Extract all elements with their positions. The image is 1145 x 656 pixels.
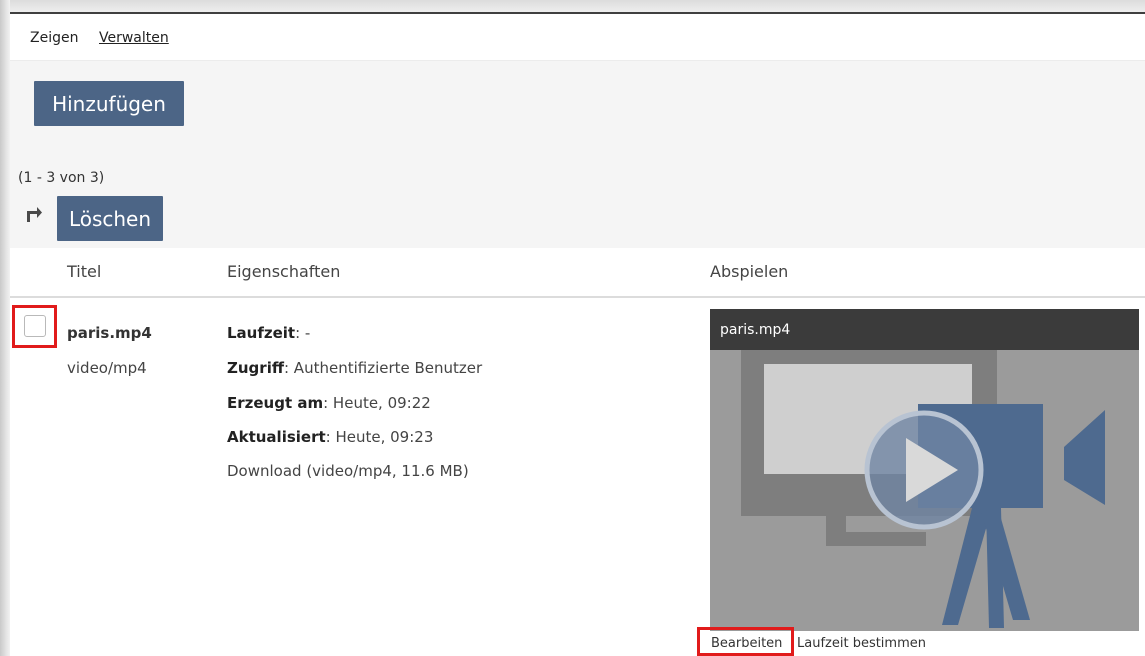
player-title: paris.mp4 [720, 322, 791, 338]
window-frame-left [0, 0, 10, 656]
list-header: (1 - 3 von 3) Löschen [10, 138, 1145, 248]
video-player[interactable]: paris.mp4 [710, 309, 1139, 631]
header-divider [10, 296, 1145, 298]
updated-value: : Heute, 09:23 [325, 428, 434, 446]
file-name: paris.mp4 [67, 324, 152, 342]
download-link[interactable]: Download (video/mp4, 11.6 MB) [227, 462, 469, 480]
access-label: Zugriff [227, 359, 284, 377]
add-button[interactable]: Hinzufügen [34, 81, 184, 126]
forward-arrow-icon [27, 207, 42, 222]
window-frame-top [10, 0, 1145, 12]
file-mimetype: video/mp4 [67, 359, 147, 377]
result-count: (1 - 3 von 3) [18, 170, 105, 186]
column-header-properties: Eigenschaften [227, 262, 341, 281]
property-duration: Laufzeit: - [227, 324, 310, 342]
toolbar: Hinzufügen [10, 60, 1145, 139]
determine-duration-link[interactable]: Laufzeit bestimmen [797, 636, 926, 651]
delete-button[interactable]: Löschen [57, 196, 163, 241]
column-header-title[interactable]: Titel [67, 262, 101, 281]
column-header-play: Abspielen [710, 262, 789, 281]
highlight-edit-link [697, 627, 794, 656]
created-value: : Heute, 09:22 [323, 394, 431, 412]
property-created: Erzeugt am: Heute, 09:22 [227, 394, 431, 412]
tab-show[interactable]: Zeigen [30, 30, 78, 46]
sub-tabs: Zeigen Verwalten [10, 14, 1145, 60]
created-label: Erzeugt am [227, 394, 324, 412]
highlight-checkbox [12, 305, 57, 348]
player-titlebar: paris.mp4 [710, 309, 1139, 350]
property-access: Zugriff: Authentifizierte Benutzer [227, 359, 482, 377]
access-value: : Authentifizierte Benutzer [283, 359, 483, 377]
duration-value: : - [295, 324, 311, 342]
updated-label: Aktualisiert [227, 428, 326, 446]
property-updated: Aktualisiert: Heute, 09:23 [227, 428, 433, 446]
duration-label: Laufzeit [227, 324, 296, 342]
tab-manage[interactable]: Verwalten [99, 30, 169, 46]
video-poster-icon[interactable] [710, 350, 1139, 631]
